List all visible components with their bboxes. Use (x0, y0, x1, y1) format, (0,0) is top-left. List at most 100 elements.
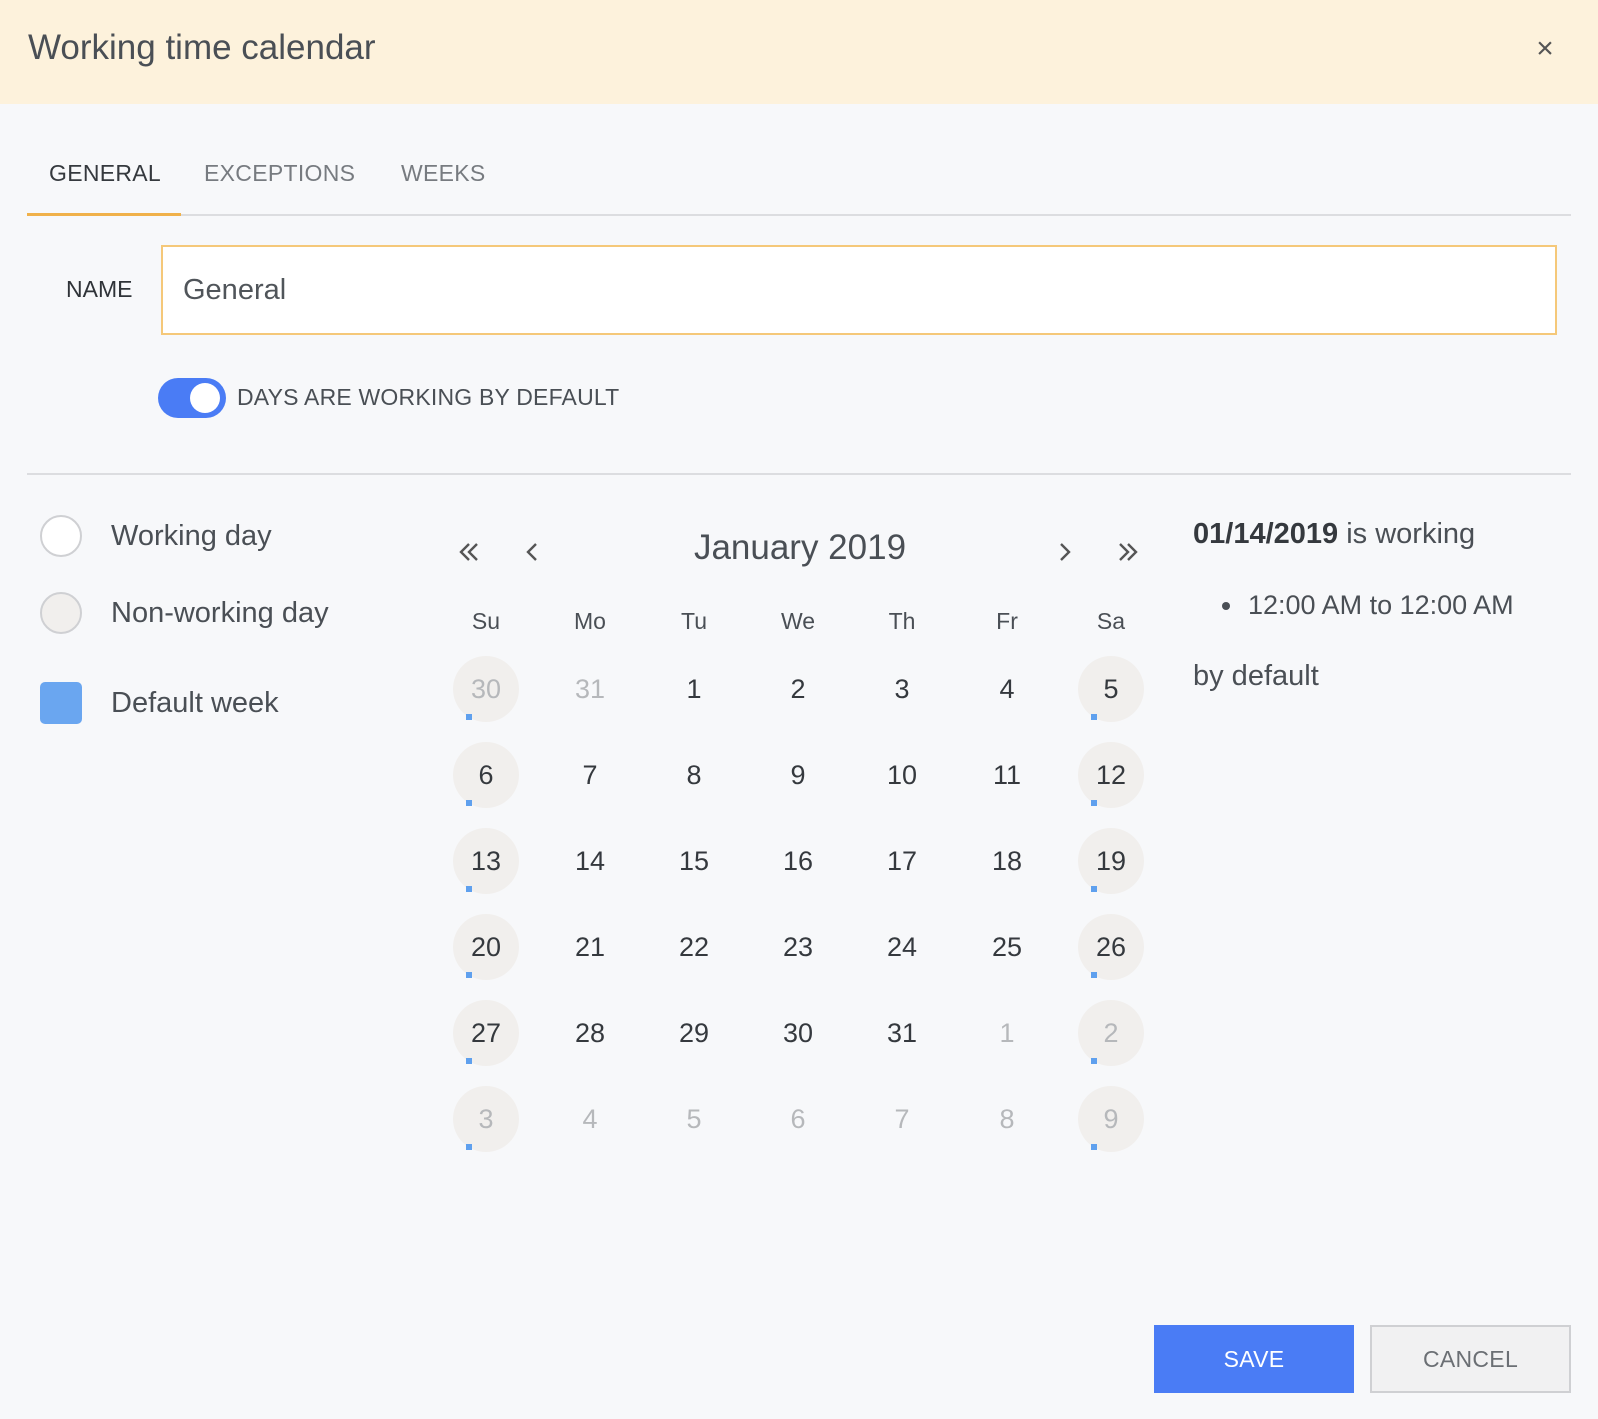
calendar-day[interactable]: 8 (661, 742, 727, 808)
calendar-day[interactable]: 11 (974, 742, 1040, 808)
calendar-day[interactable]: 3 (453, 1086, 519, 1152)
day-number: 30 (782, 1017, 814, 1048)
active-tab-indicator (27, 213, 181, 216)
month-title: January 2019 (693, 528, 907, 567)
calendar-day[interactable]: 17 (869, 828, 935, 894)
prev-year-button[interactable] (449, 532, 489, 572)
calendar-day[interactable]: 13 (453, 828, 519, 894)
tab-exceptions[interactable]: EXCEPTIONS (204, 160, 355, 187)
calendar-day[interactable]: 21 (557, 914, 623, 980)
calendar-day[interactable]: 25 (974, 914, 1040, 980)
calendar-day[interactable]: 20 (453, 914, 519, 980)
default-week-marker-icon (1091, 972, 1097, 978)
calendar-day[interactable]: 28 (557, 1000, 623, 1066)
calendar-day[interactable]: 1 (974, 1000, 1040, 1066)
prev-month-button[interactable] (512, 532, 552, 572)
default-week-marker-icon (466, 972, 472, 978)
calendar-day[interactable]: 1 (661, 656, 727, 722)
calendar-day[interactable]: 7 (557, 742, 623, 808)
next-month-button[interactable] (1045, 532, 1085, 572)
calendar-day[interactable]: 2 (1078, 1000, 1144, 1066)
day-number: 5 (686, 1103, 702, 1134)
calendar-day[interactable]: 30 (765, 1000, 831, 1066)
name-input[interactable] (161, 245, 1557, 335)
default-week-marker-icon (466, 1058, 472, 1064)
day-number: 2 (1103, 1017, 1119, 1048)
save-button[interactable]: SAVE (1154, 1325, 1354, 1393)
double-chevron-right-icon (1119, 543, 1138, 561)
calendar-day[interactable]: 5 (661, 1086, 727, 1152)
default-week-marker-icon (466, 886, 472, 892)
weekday-header: Fr (996, 608, 1018, 634)
day-number: 31 (886, 1017, 918, 1048)
calendar-day[interactable]: 9 (1078, 1086, 1144, 1152)
calendar-day[interactable]: 18 (974, 828, 1040, 894)
working-default-toggle[interactable] (158, 378, 226, 418)
day-number: 14 (574, 845, 606, 876)
day-number: 4 (582, 1103, 598, 1134)
calendar-day[interactable]: 31 (869, 1000, 935, 1066)
day-number: 7 (894, 1103, 910, 1134)
toggle-knob (190, 383, 220, 413)
default-week-marker-icon (1091, 1058, 1097, 1064)
day-number: 2 (790, 673, 806, 704)
non-working-day-swatch-icon (40, 592, 82, 634)
calendar-day[interactable]: 7 (869, 1086, 935, 1152)
day-number: 4 (999, 673, 1015, 704)
calendar-day[interactable]: 14 (557, 828, 623, 894)
calendar-day[interactable]: 12 (1078, 742, 1144, 808)
day-number: 1 (686, 673, 702, 704)
legend-label: Default week (111, 686, 279, 719)
calendar-day[interactable]: 15 (661, 828, 727, 894)
calendar-day[interactable]: 30 (453, 656, 519, 722)
calendar-day[interactable]: 8 (974, 1086, 1040, 1152)
weekday-header: We (780, 608, 816, 634)
close-icon[interactable]: × (1530, 34, 1560, 64)
day-status: is working (1338, 518, 1476, 550)
calendar-day[interactable]: 4 (557, 1086, 623, 1152)
cancel-button[interactable]: CANCEL (1370, 1325, 1571, 1393)
default-week-swatch-icon (40, 682, 82, 724)
day-number: 6 (790, 1103, 806, 1134)
calendar-day[interactable]: 31 (557, 656, 623, 722)
day-number: 25 (991, 931, 1023, 962)
legend-working-day: Working day (40, 514, 272, 558)
calendar-day[interactable]: 26 (1078, 914, 1144, 980)
calendar-day[interactable]: 9 (765, 742, 831, 808)
calendar-day[interactable]: 19 (1078, 828, 1144, 894)
day-number: 19 (1095, 845, 1127, 876)
calendar-day[interactable]: 3 (869, 656, 935, 722)
chevron-left-icon (526, 543, 537, 561)
calendar-day[interactable]: 22 (661, 914, 727, 980)
interval-text: 12:00 AM to 12:00 AM (1248, 590, 1514, 620)
weekday-header: Th (888, 608, 916, 634)
day-number: 9 (1103, 1103, 1119, 1134)
tab-weeks[interactable]: WEEKS (401, 160, 486, 187)
calendar-day[interactable]: 6 (765, 1086, 831, 1152)
default-week-marker-icon (466, 714, 472, 720)
chevron-right-icon (1060, 543, 1071, 561)
calendar-day[interactable]: 23 (765, 914, 831, 980)
calendar-day[interactable]: 24 (869, 914, 935, 980)
default-week-marker-icon (466, 1144, 472, 1150)
calendar-day[interactable]: 27 (453, 1000, 519, 1066)
calendar-day[interactable]: 5 (1078, 656, 1144, 722)
calendar-day[interactable]: 2 (765, 656, 831, 722)
legend-label: Non-working day (111, 596, 329, 629)
day-number: 29 (678, 1017, 710, 1048)
tab-general[interactable]: GENERAL (49, 160, 161, 187)
calendar-day[interactable]: 4 (974, 656, 1040, 722)
day-number: 20 (470, 931, 502, 962)
next-year-button[interactable] (1108, 532, 1148, 572)
day-number: 3 (478, 1103, 494, 1134)
double-chevron-left-icon (459, 543, 478, 561)
day-number: 3 (894, 673, 910, 704)
bullet-icon (1222, 601, 1230, 610)
day-number: 1 (999, 1017, 1015, 1048)
calendar-day[interactable]: 29 (661, 1000, 727, 1066)
day-number: 28 (574, 1017, 606, 1048)
default-week-marker-icon (1091, 714, 1097, 720)
calendar-day[interactable]: 16 (765, 828, 831, 894)
calendar-day[interactable]: 10 (869, 742, 935, 808)
calendar-day[interactable]: 6 (453, 742, 519, 808)
